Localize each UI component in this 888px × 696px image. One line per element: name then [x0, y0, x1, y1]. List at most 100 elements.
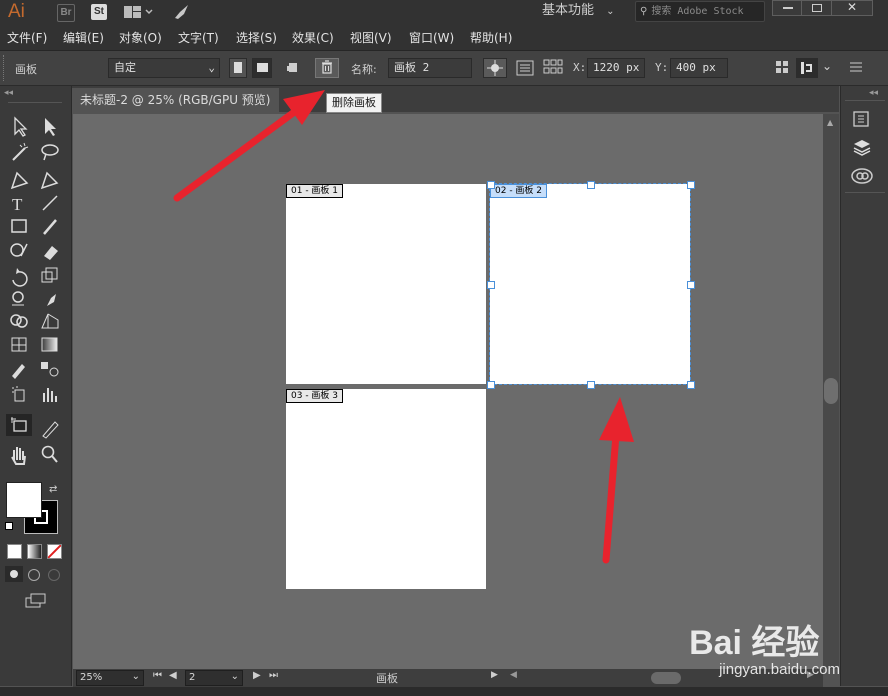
layers-icon[interactable]: [852, 138, 872, 161]
minimize-button[interactable]: [772, 0, 804, 16]
artboard-number-select[interactable]: 2 ⌄: [185, 670, 243, 686]
screen-mode-icon[interactable]: [25, 593, 47, 612]
stock-search-input[interactable]: ⚲ 搜索 Adobe Stock: [635, 1, 765, 22]
move-artwork-button[interactable]: [483, 58, 507, 78]
gradient-mode-icon[interactable]: [27, 544, 42, 559]
libraries-icon[interactable]: [852, 110, 872, 133]
swap-fill-stroke-icon[interactable]: ⇄: [49, 484, 57, 495]
previous-artboard-icon[interactable]: ◀: [169, 670, 177, 681]
symbol-sprayer-tool-icon[interactable]: [12, 386, 25, 402]
menu-type[interactable]: 文字(T): [178, 26, 219, 50]
canvas[interactable]: 01 - 画板 1 02 - 画板 2 03 - 画板 3: [73, 114, 823, 669]
mesh-tool-icon[interactable]: [11, 337, 27, 352]
artboard-2[interactable]: 02 - 画板 2: [489, 183, 691, 385]
eraser-tool-icon[interactable]: [44, 246, 58, 260]
publish-rocket-icon[interactable]: [172, 3, 192, 24]
rearrange-artboards-icon[interactable]: [543, 59, 563, 80]
document-tab[interactable]: 未标题-2 @ 25% (RGB/GPU 预览): [72, 88, 279, 112]
draw-behind-icon[interactable]: [28, 569, 40, 581]
status-menu-icon[interactable]: ▶: [491, 670, 498, 680]
slice-tool-icon[interactable]: [42, 421, 59, 439]
y-position-input[interactable]: 400 px: [670, 58, 728, 78]
arrange-documents-icon[interactable]: [124, 5, 154, 22]
rotate-tool-icon[interactable]: [12, 268, 28, 287]
reference-point-icon[interactable]: [775, 60, 789, 77]
delete-artboard-button[interactable]: [315, 58, 339, 78]
scroll-left-icon[interactable]: ◀: [510, 670, 517, 680]
blend-tool-icon[interactable]: [41, 362, 59, 377]
resize-handle[interactable]: [687, 381, 695, 389]
panel-menu-icon[interactable]: [849, 60, 863, 77]
grip-handle[interactable]: [3, 55, 6, 81]
maximize-button[interactable]: [801, 0, 833, 16]
lasso-tool-icon[interactable]: [41, 144, 59, 161]
portrait-button[interactable]: [229, 58, 247, 78]
x-position-input[interactable]: 1220 px: [587, 58, 645, 78]
menu-select[interactable]: 选择(S): [236, 26, 277, 50]
shaper-tool-icon[interactable]: [10, 243, 28, 257]
resize-handle[interactable]: [487, 181, 495, 189]
eyedropper-tool-icon[interactable]: [12, 364, 25, 379]
workspace-switcher[interactable]: 基本功能 ⌄: [542, 0, 615, 24]
menu-edit[interactable]: 编辑(E): [63, 26, 104, 50]
resize-handle[interactable]: [587, 381, 595, 389]
first-artboard-icon[interactable]: ⏮: [153, 670, 162, 681]
none-mode-icon[interactable]: [47, 544, 62, 559]
artboard-name-input[interactable]: 画板 2: [388, 58, 472, 78]
paintbrush-tool-icon[interactable]: [43, 219, 57, 235]
shape-builder-tool-icon[interactable]: [10, 314, 28, 328]
resize-handle[interactable]: [487, 281, 495, 289]
artboard-1[interactable]: 01 - 画板 1: [286, 184, 486, 384]
draw-inside-icon[interactable]: [48, 569, 60, 581]
direct-selection-tool-icon[interactable]: [45, 118, 56, 136]
vertical-scrollbar[interactable]: ▲: [823, 114, 839, 669]
menu-view[interactable]: 视图(V): [350, 26, 392, 50]
pin-tool-icon[interactable]: [47, 294, 56, 306]
artboard-3[interactable]: 03 - 画板 3: [286, 389, 486, 589]
draw-normal-icon[interactable]: [5, 566, 23, 582]
menu-effect[interactable]: 效果(C): [292, 26, 334, 50]
scroll-thumb[interactable]: [824, 378, 838, 404]
pen-tool-icon[interactable]: [10, 171, 29, 190]
artboard-tool-icon[interactable]: [6, 414, 32, 436]
close-button[interactable]: ✕: [831, 0, 873, 16]
resize-handle[interactable]: [587, 181, 595, 189]
next-artboard-icon[interactable]: ▶: [253, 670, 261, 681]
default-colors-icon[interactable]: [5, 522, 14, 531]
scale-tool-icon[interactable]: [41, 267, 58, 283]
resize-handle[interactable]: [487, 381, 495, 389]
menu-window[interactable]: 窗口(W): [409, 26, 454, 50]
color-mode-icon[interactable]: [7, 544, 22, 559]
menu-help[interactable]: 帮助(H): [470, 26, 512, 50]
preset-select[interactable]: 自定 ⌄: [108, 58, 220, 78]
artboard-options-icon[interactable]: [516, 59, 534, 80]
zoom-tool-icon[interactable]: [41, 445, 58, 463]
resize-handle[interactable]: [687, 281, 695, 289]
perspective-grid-tool-icon[interactable]: [41, 313, 59, 329]
fill-swatch[interactable]: [6, 482, 42, 518]
resize-handle[interactable]: [687, 181, 695, 189]
stock-button[interactable]: St: [91, 4, 107, 20]
puppet-warp-tool-icon[interactable]: [12, 291, 24, 306]
expand-panels-icon[interactable]: ◂◂: [869, 88, 878, 98]
line-tool-icon[interactable]: [42, 195, 58, 211]
bridge-button[interactable]: Br: [57, 4, 75, 22]
menu-file[interactable]: 文件(F): [7, 26, 47, 50]
snap-button[interactable]: [796, 58, 818, 78]
menu-object[interactable]: 对象(O): [119, 26, 162, 50]
chevron-down-icon[interactable]: ⌄: [822, 59, 832, 73]
creative-cloud-icon[interactable]: [850, 166, 874, 189]
new-artboard-icon[interactable]: [286, 61, 300, 78]
curvature-tool-icon[interactable]: [40, 171, 59, 190]
magic-wand-tool-icon[interactable]: [12, 142, 29, 161]
hand-tool-icon[interactable]: [11, 447, 26, 465]
rectangle-tool-icon[interactable]: [11, 219, 27, 233]
selection-tool-icon[interactable]: [14, 116, 28, 137]
collapse-icon[interactable]: ◂◂: [4, 88, 13, 98]
horizontal-scroll-thumb[interactable]: [651, 672, 681, 684]
scroll-up-icon[interactable]: ▲: [827, 118, 833, 127]
column-graph-tool-icon[interactable]: [43, 388, 57, 402]
gradient-tool-icon[interactable]: [41, 337, 58, 352]
zoom-select[interactable]: 25% ⌄: [76, 670, 144, 686]
type-tool-icon[interactable]: T: [12, 195, 23, 214]
